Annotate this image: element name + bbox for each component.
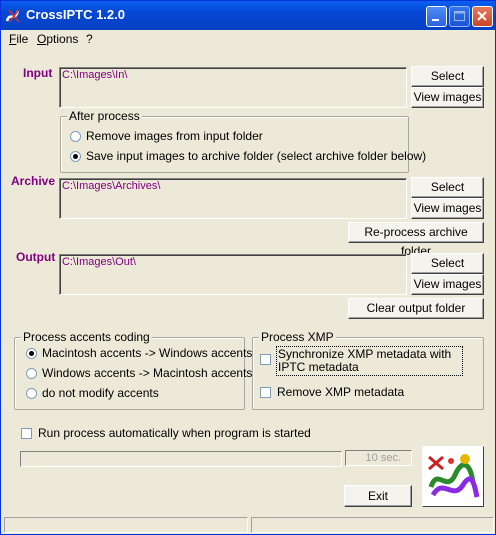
timer-display: 10 sec.: [345, 450, 412, 466]
minimize-icon: [432, 19, 439, 21]
menu-options[interactable]: Options: [37, 32, 78, 46]
clear-output-button[interactable]: Clear output folder: [348, 298, 484, 319]
menu-file[interactable]: File: [9, 32, 28, 46]
no-modify-radio[interactable]: [26, 388, 37, 399]
main-window: CrossIPTC 1.2.0 File Options ? Input C:\…: [0, 0, 496, 535]
close-icon: [477, 11, 487, 21]
input-path-field[interactable]: C:\Images\In\: [59, 67, 407, 108]
win-to-mac-radio[interactable]: [26, 368, 37, 379]
output-label: Output: [16, 250, 56, 264]
maximize-button[interactable]: [449, 6, 470, 27]
sync-xmp-label: Synchronize XMP metadata with IPTC metad…: [276, 346, 463, 376]
remove-xmp-checkbox[interactable]: [260, 387, 271, 398]
logo-icon: [423, 447, 481, 504]
archive-view-images-button[interactable]: View images: [411, 198, 484, 219]
remove-images-radio[interactable]: [70, 131, 81, 142]
menu-help[interactable]: ?: [86, 32, 93, 46]
mac-to-win-radio[interactable]: [26, 348, 37, 359]
status-panel-right: [251, 517, 494, 533]
progress-bar: [20, 451, 342, 467]
close-button[interactable]: [472, 6, 493, 27]
title-bar[interactable]: CrossIPTC 1.2.0: [1, 1, 495, 30]
auto-run-label: Run process automatically when program i…: [38, 426, 311, 440]
window-title: CrossIPTC 1.2.0: [26, 7, 125, 22]
accents-title: Process accents coding: [21, 330, 152, 344]
after-process-title: After process: [67, 109, 142, 123]
mac-to-win-label: Macintosh accents -> Windows accents: [42, 346, 253, 360]
save-archive-radio[interactable]: [70, 151, 81, 162]
input-view-images-button[interactable]: View images: [411, 87, 484, 108]
auto-run-checkbox[interactable]: [21, 428, 32, 439]
output-select-button[interactable]: Select: [411, 253, 484, 274]
output-path-field[interactable]: C:\Images\Out\: [59, 254, 407, 295]
archive-path-field[interactable]: C:\Images\Archives\: [59, 178, 407, 219]
remove-images-label: Remove images from input folder: [86, 129, 263, 143]
after-process-group: After process: [60, 109, 409, 173]
save-archive-label: Save input images to archive folder (sel…: [86, 149, 427, 163]
remove-xmp-label: Remove XMP metadata: [277, 385, 405, 399]
output-view-images-button[interactable]: View images: [411, 274, 484, 295]
win-to-mac-label: Windows accents -> Macintosh accents: [42, 366, 253, 380]
menu-bar: File Options ?: [1, 30, 495, 49]
exit-button[interactable]: Exit: [344, 485, 412, 507]
no-modify-label: do not modify accents: [42, 386, 159, 400]
archive-select-button[interactable]: Select: [411, 177, 484, 198]
input-select-button[interactable]: Select: [411, 66, 484, 87]
app-icon: [5, 9, 20, 23]
maximize-icon: [454, 11, 465, 21]
sync-xmp-checkbox[interactable]: [260, 354, 271, 365]
minimize-button[interactable]: [426, 6, 447, 27]
archive-label: Archive: [11, 174, 56, 188]
status-panel-left: [4, 517, 248, 533]
input-label: Input: [23, 66, 53, 80]
reprocess-archive-button[interactable]: Re-process archive folder: [348, 222, 484, 258]
xmp-title: Process XMP: [259, 330, 336, 344]
app-logo: [422, 446, 484, 507]
